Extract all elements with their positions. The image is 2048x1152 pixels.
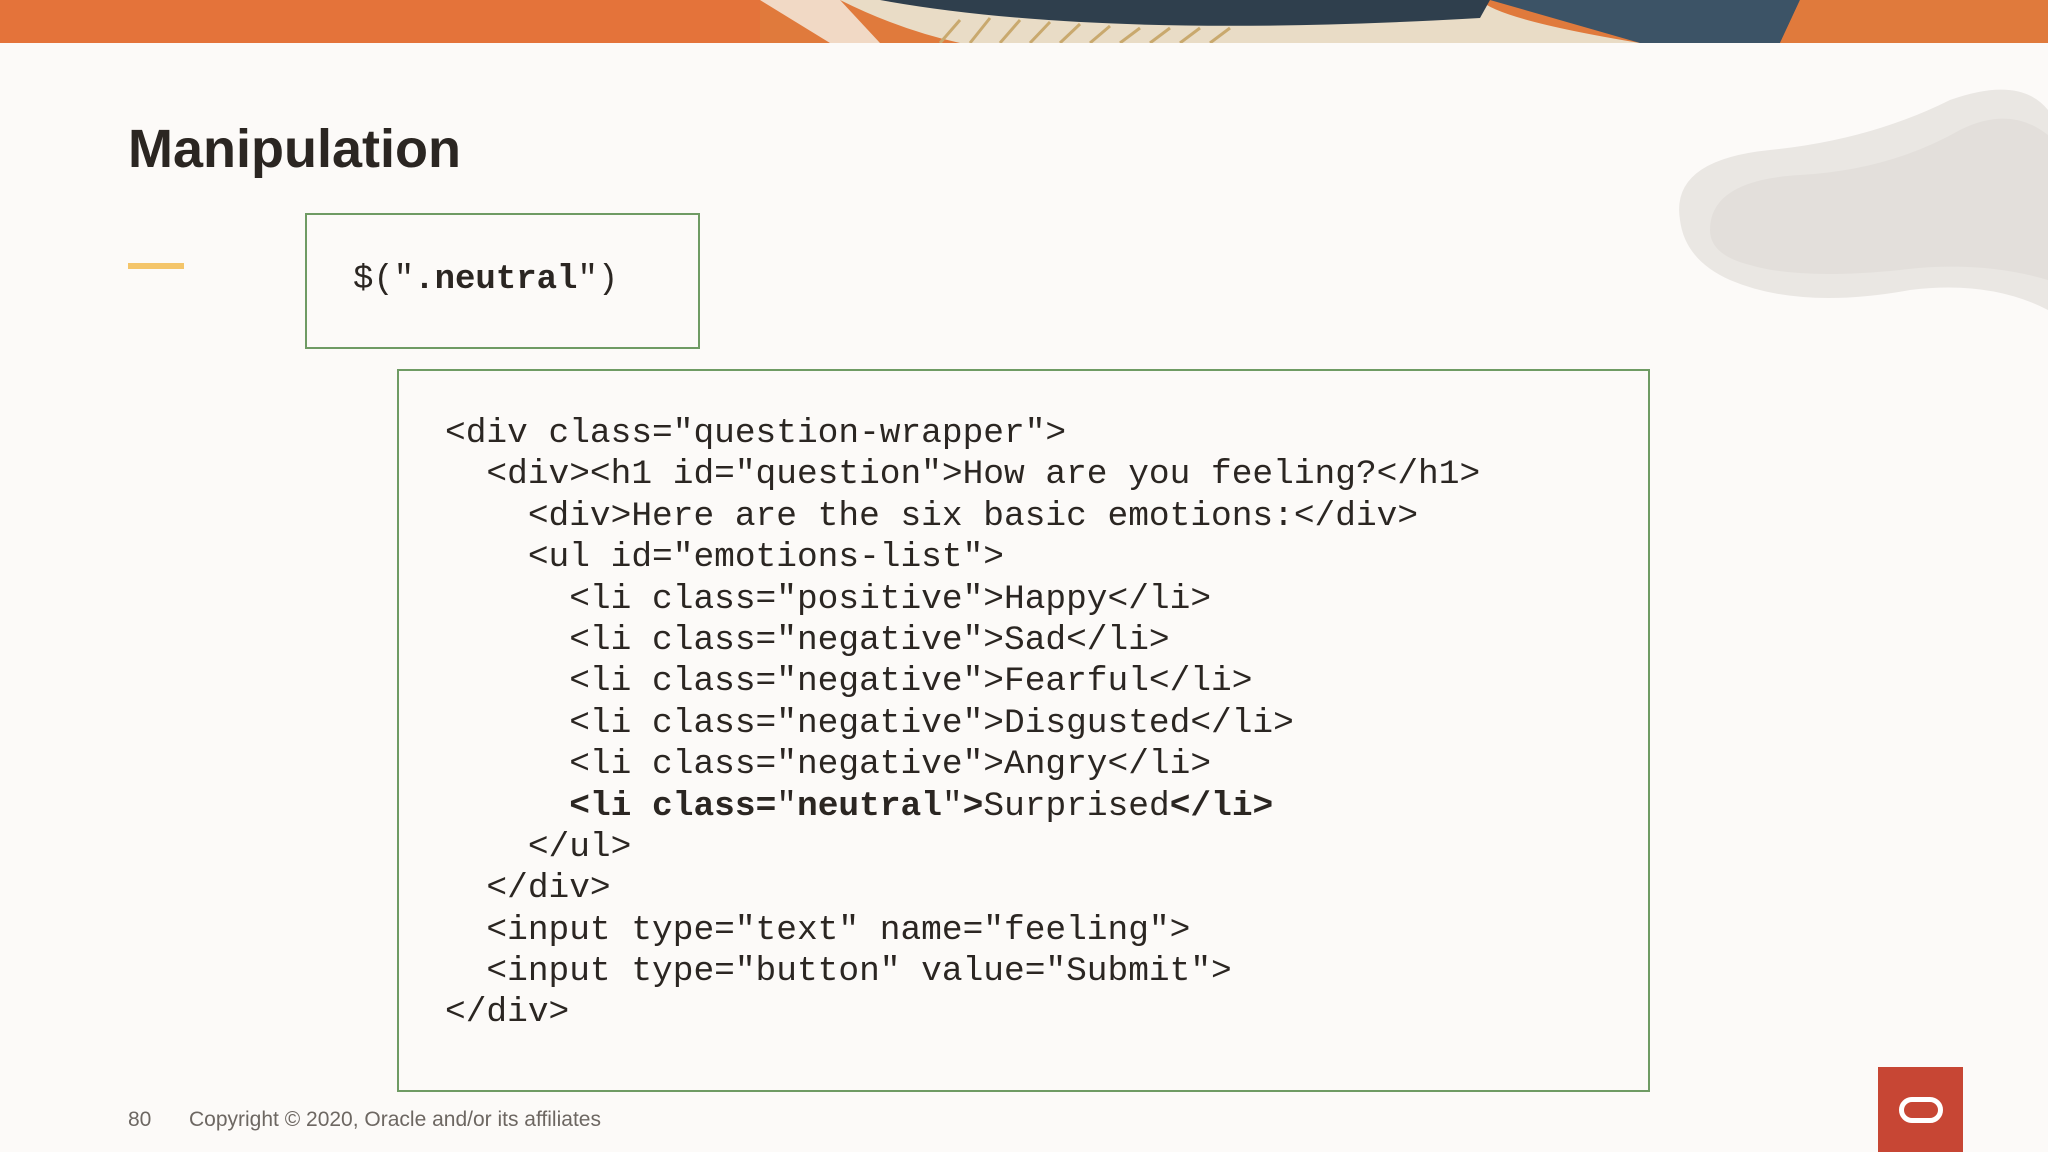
highlight-content: Surprised: [983, 786, 1170, 826]
highlight-bracket: >: [962, 786, 984, 826]
code-box: <div class="question-wrapper"> <div><h1 …: [397, 369, 1650, 1092]
code-line: <div><h1 id="question">How are you feeli…: [445, 455, 1481, 495]
selector-prefix: $(": [353, 261, 415, 299]
highlight-tag-open: <li class=: [569, 786, 777, 826]
code-line-highlighted: <li class="neutral">Surprised</li>: [445, 786, 1480, 827]
code-line: <li class="negative">Fearful</li>: [445, 662, 1253, 702]
code-line: <li class="negative">Sad</li>: [445, 620, 1170, 660]
oracle-logo-icon: [1878, 1067, 1963, 1152]
selector-suffix: "): [577, 261, 619, 299]
code-line: <input type="button" value="Submit">: [445, 952, 1232, 992]
html-code-block: <div class="question-wrapper"> <div><h1 …: [445, 413, 1480, 1034]
highlight-indent: [445, 787, 569, 826]
page-number: 80: [128, 1108, 152, 1131]
code-line: </div>: [445, 993, 570, 1033]
code-line: </ul>: [445, 827, 632, 867]
code-line: <li class="positive">Happy</li>: [445, 579, 1212, 619]
code-line: <ul id="emotions-list">: [445, 538, 1004, 578]
highlight-quote: ": [776, 786, 797, 826]
decorative-banner: [0, 0, 2048, 43]
code-line: <input type="text" name="feeling">: [445, 910, 1191, 950]
selector-class: .neutral: [414, 261, 578, 299]
code-line: <li class="negative">Disgusted</li>: [445, 703, 1294, 743]
decorative-texture: [1650, 80, 2048, 340]
copyright: Copyright © 2020, Oracle and/or its affi…: [189, 1108, 601, 1131]
highlight-quote: ": [941, 786, 963, 826]
code-line: </div>: [445, 869, 611, 909]
oracle-ring-icon: [1898, 1096, 1943, 1123]
selector-box: $(".neutral"): [305, 213, 700, 349]
code-line: <li class="negative">Angry</li>: [445, 745, 1212, 785]
highlight-class: neutral: [797, 786, 942, 826]
code-line: <div class="question-wrapper">: [445, 414, 1067, 453]
highlight-tag-close: </li>: [1169, 786, 1274, 826]
accent-bar: [128, 263, 184, 269]
code-line: <div>Here are the six basic emotions:</d…: [445, 496, 1419, 536]
selector-code: $(".neutral"): [353, 261, 618, 299]
slide-title: Manipulation: [128, 119, 461, 179]
